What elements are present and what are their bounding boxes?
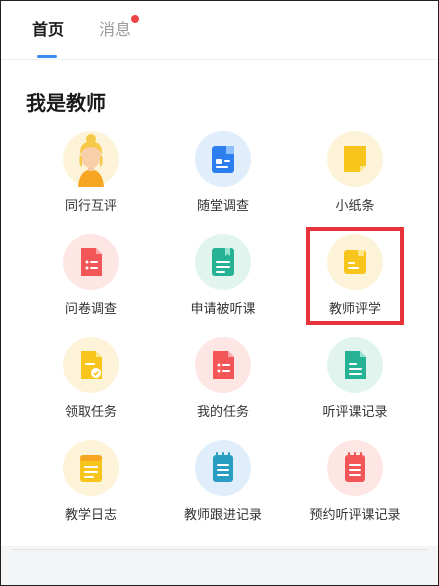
grid-item-appointment-records[interactable]: 预约听评课记录	[295, 440, 415, 530]
top-tab-bar: 首页 消息	[1, 1, 438, 60]
grid-item-peer-review[interactable]: 同行互评	[31, 131, 151, 221]
questionnaire-icon	[63, 234, 119, 290]
grid-item-label: 同行互评	[64, 199, 117, 214]
appointment-notepad-icon	[327, 440, 383, 496]
sticky-note-icon	[327, 131, 383, 187]
bookmark-note-icon	[195, 234, 251, 290]
grid-item-label: 听评课记录	[322, 405, 388, 420]
teacher-avatar-icon	[63, 131, 119, 187]
highlight-box	[306, 227, 404, 325]
grid-item-observation-records[interactable]: 听评课记录	[295, 337, 415, 427]
grid-item-class-survey[interactable]: 随堂调查	[163, 131, 283, 221]
follow-up-notepad-icon	[195, 440, 251, 496]
grid-item-label: 我的任务	[196, 405, 249, 420]
grid-item-label: 教师跟进记录	[183, 508, 262, 523]
grid-item-label: 领取任务	[64, 405, 117, 420]
clipboard-icon	[195, 131, 251, 187]
task-check-icon	[63, 337, 119, 393]
app-frame: 首页 消息 我是教师 同行互评 随堂调查 小纸条 问卷调查 申请被听课 教师评学…	[0, 0, 439, 586]
grid-item-request-observation[interactable]: 申请被听课	[163, 234, 283, 324]
task-list-icon	[195, 337, 251, 393]
divider	[11, 549, 428, 550]
record-document-icon	[327, 337, 383, 393]
grid-item-label: 教学日志	[64, 508, 117, 523]
grid-item-teaching-log[interactable]: 教学日志	[31, 440, 151, 530]
bottom-gray-area	[1, 546, 438, 585]
grid-item-label: 随堂调查	[196, 199, 249, 214]
tab-active-indicator	[37, 55, 57, 58]
teaching-log-icon	[63, 440, 119, 496]
tab-home[interactable]: 首页	[32, 19, 64, 41]
grid-item-note[interactable]: 小纸条	[295, 131, 415, 221]
grid-item-follow-up-records[interactable]: 教师跟进记录	[163, 440, 283, 530]
grid-item-my-tasks[interactable]: 我的任务	[163, 337, 283, 427]
grid-item-label: 问卷调查	[64, 302, 117, 317]
section-title: 我是教师	[26, 91, 106, 115]
grid-item-claim-task[interactable]: 领取任务	[31, 337, 151, 427]
grid-item-questionnaire[interactable]: 问卷调查	[31, 234, 151, 324]
grid-item-label: 申请被听课	[190, 302, 256, 317]
unread-badge-dot	[131, 15, 139, 23]
grid-item-label: 小纸条	[335, 199, 375, 214]
grid-item-label: 预约听评课记录	[309, 508, 401, 523]
tab-messages[interactable]: 消息	[99, 19, 131, 41]
